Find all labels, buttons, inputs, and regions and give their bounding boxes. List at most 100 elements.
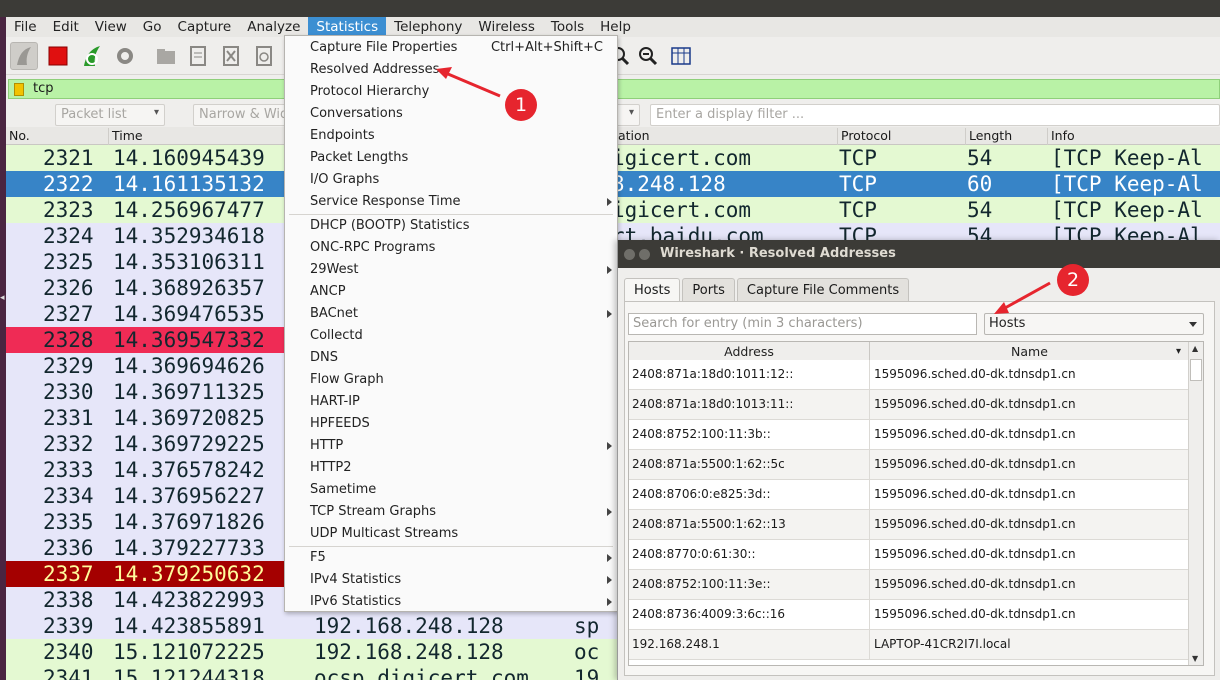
menu-item-protocol-hierarchy[interactable]: Protocol Hierarchy [285,81,617,103]
menu-item-capture-file-properties[interactable]: Capture File Properties Ctrl+Alt+Shift+C [285,37,617,59]
menu-wireless[interactable]: Wireless [470,17,543,37]
bookmark-icon[interactable] [14,83,24,96]
col-destination[interactable]: ation [615,128,650,145]
save-file-icon[interactable] [184,42,212,70]
tab-hosts[interactable]: Hosts [624,278,681,303]
display-filter-value[interactable]: tcp [33,81,54,96]
packet-time: 14.369729225 [113,432,265,456]
table-row[interactable]: 2408:8770:0:61:30:: 1595096.sched.d0-dk.t… [629,540,1189,570]
menu-item-service-response-time[interactable]: Service Response Time [285,191,617,213]
menu-item-ipv4-statistics[interactable]: IPv4 Statistics [285,569,617,591]
menu-view[interactable]: View [87,17,135,37]
search-entry-input[interactable]: Search for entry (min 3 characters) [628,313,977,335]
menu-analyze[interactable]: Analyze [239,17,308,37]
menu-tools[interactable]: Tools [543,17,592,37]
packet-proto: TCP [839,146,877,170]
scroll-down-icon[interactable]: ▼ [1192,654,1198,663]
menu-item-label: DHCP (BOOTP) Statistics [310,218,470,233]
col-length[interactable]: Length [965,128,1012,145]
table-row[interactable]: 2408:8752:100:11:3b:: 1595096.sched.d0-dk… [629,420,1189,450]
search-scope-combo[interactable]: Packet list ▾ [55,104,165,126]
submenu-arrow-icon [607,442,612,450]
menu-item-resolved-addresses[interactable]: Resolved Addresses [285,59,617,81]
stop-capture-icon[interactable] [44,42,72,70]
menu-item-tcp-stream-graphs[interactable]: TCP Stream Graphs [285,501,617,523]
menu-item-endpoints[interactable]: Endpoints [285,125,617,147]
menu-item-29west[interactable]: 29West [285,259,617,281]
col-info[interactable]: Info [1047,128,1075,145]
table-row[interactable]: 2408:8752:100:11:3e:: 1595096.sched.d0-dk… [629,570,1189,600]
packet-time: 14.368926357 [113,276,265,300]
table-row[interactable]: 2408:8706:0:e825:3d:: 1595096.sched.d0-dk… [629,480,1189,510]
menu-go[interactable]: Go [135,17,170,37]
menu-item-collectd[interactable]: Collectd [285,325,617,347]
col-address[interactable]: Address [629,342,870,361]
chevron-down-icon: ▾ [153,107,159,118]
packet-no: 2341 [43,666,94,680]
menu-item-hpfeeds[interactable]: HPFEEDS [285,413,617,435]
row-address: 2408:871a:18d0:1011:12:: [629,360,870,389]
table-row[interactable]: 2408:871a:18d0:1011:12:: 1595096.sched.d0… [629,360,1189,390]
packet-no: 2321 [43,146,94,170]
open-folder-icon[interactable] [152,42,180,70]
start-capture-fin-icon[interactable] [10,42,38,70]
char-width-combo[interactable]: Narrow & Wide [193,104,293,126]
table-row[interactable]: 2408:871a:5500:1:62::13 1595096.sched.d0-… [629,510,1189,540]
menu-item-packet-lengths[interactable]: Packet Lengths [285,147,617,169]
find-display-filter-input[interactable]: Enter a display filter ... [650,104,1220,126]
menu-item-i-o-graphs[interactable]: I/O Graphs [285,169,617,191]
menu-capture[interactable]: Capture [170,17,240,37]
menu-item-flow-graph[interactable]: Flow Graph [285,369,617,391]
menu-edit[interactable]: Edit [45,17,87,37]
menu-statistics[interactable]: Statistics [308,17,387,37]
menu-item-ipv6-statistics[interactable]: IPv6 Statistics [285,591,617,613]
type-filter-combo[interactable]: Hosts [984,313,1204,335]
menu-item-f5[interactable]: F5 [285,547,617,569]
vertical-scrollbar[interactable]: ▲ ▼ [1188,342,1203,665]
row-name: 1595096.sched.d0-dk.tdnsdp1.cn [874,427,1076,441]
tab-ports[interactable]: Ports [682,278,735,302]
close-window-icon[interactable] [624,249,635,260]
menu-item-dhcp-bootp-statistics[interactable]: DHCP (BOOTP) Statistics [285,215,617,237]
menu-help[interactable]: Help [592,17,639,37]
close-file-icon[interactable] [217,42,245,70]
col-protocol[interactable]: Protocol [837,128,891,145]
row-address: 2408:8752:100:11:3e:: [629,570,870,599]
menu-item-sametime[interactable]: Sametime [285,479,617,501]
zoom-out-icon[interactable] [634,42,662,70]
menu-telephony[interactable]: Telephony [386,17,470,37]
table-row[interactable]: 2408:871a:5500:1:62::5c 1595096.sched.d0-… [629,450,1189,480]
resize-columns-icon[interactable] [667,42,695,70]
menu-item-http2[interactable]: HTTP2 [285,457,617,479]
row-name: 1595096.sched.d0-dk.tdnsdp1.cn [874,367,1076,381]
tab-capture-file-comments[interactable]: Capture File Comments [736,278,910,302]
menu-item-hart-ip[interactable]: HART-IP [285,391,617,413]
table-row[interactable]: 2408:8736:4009:3:6c::16 1595096.sched.d0-… [629,600,1189,630]
scrollbar-thumb[interactable] [1190,359,1202,381]
menu-item-udp-multicast-streams[interactable]: UDP Multicast Streams [285,523,617,545]
table-row[interactable]: 192.168.248.1 LAPTOP-41CR2I7I.local [629,630,1189,660]
menu-item-ancp[interactable]: ANCP [285,281,617,303]
menu-item-bacnet[interactable]: BACnet [285,303,617,325]
restart-capture-icon[interactable] [78,42,106,70]
menu-item-http[interactable]: HTTP [285,435,617,457]
col-no[interactable]: No. [6,128,30,145]
menu-item-conversations[interactable]: Conversations [285,103,617,125]
packet-proto: TCP [839,172,877,196]
menu-item-onc-rpc-programs[interactable]: ONC-RPC Programs [285,237,617,259]
menu-file[interactable]: File [6,17,45,37]
scroll-up-icon[interactable]: ▲ [1192,344,1198,353]
submenu-arrow-icon [607,598,612,606]
col-time[interactable]: Time [108,128,143,145]
minimize-window-icon[interactable] [639,249,650,260]
packet-no: 2323 [43,198,94,222]
filter-type-combo[interactable]: ▾ [616,104,640,126]
packet-time: 14.423855891 [113,614,265,638]
capture-options-gear-icon[interactable] [111,42,139,70]
packet-no: 2331 [43,406,94,430]
col-name[interactable]: Name ▾ [870,342,1189,361]
menu-item-dns[interactable]: DNS [285,347,617,369]
dialog-tabs: Hosts Ports Capture File Comments [624,278,911,303]
reload-file-icon[interactable] [250,42,278,70]
table-row[interactable]: 2408:871a:18d0:1013:11:: 1595096.sched.d0… [629,390,1189,420]
